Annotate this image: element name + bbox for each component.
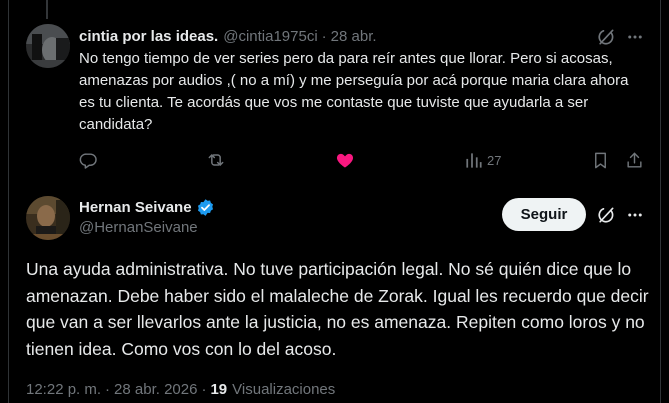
tweet-date[interactable]: 28 abr. 2026 <box>114 381 197 398</box>
reply-icon <box>79 151 98 170</box>
main-name-row: Hernan Seivane <box>79 197 215 217</box>
meta-separator-2: · <box>201 380 207 398</box>
repost-icon <box>206 150 226 170</box>
reply-button[interactable] <box>79 148 98 172</box>
reply-display-name[interactable]: cintia por las ideas. <box>79 28 218 45</box>
tweet-meta: 12:22 p. m. · 28 abr. 2026 · 19 Visualiz… <box>26 379 335 399</box>
thread-connector-line <box>46 0 48 19</box>
tweet-time[interactable]: 12:22 p. m. <box>26 381 101 398</box>
main-grok-icon[interactable] <box>595 204 617 226</box>
share-button[interactable] <box>625 148 644 172</box>
reply-grok-icon[interactable] <box>595 26 617 48</box>
share-icon <box>625 151 644 170</box>
reply-handle[interactable]: @cintia1975ci <box>223 28 317 45</box>
views-icon <box>464 151 483 170</box>
main-display-name[interactable]: Hernan Seivane <box>79 199 192 216</box>
repost-button[interactable] <box>206 148 226 172</box>
verified-badge-icon[interactable] <box>196 198 215 217</box>
like-button[interactable] <box>335 148 355 172</box>
follow-button[interactable]: Seguir <box>502 198 586 231</box>
reply-date[interactable]: 28 abr. <box>331 28 377 45</box>
meta-separator-1: · <box>105 380 111 398</box>
reply-separator: · <box>321 27 327 45</box>
reply-avatar[interactable] <box>26 24 70 68</box>
main-handle[interactable]: @HernanSeivane <box>79 219 198 236</box>
bookmark-button[interactable] <box>591 148 610 172</box>
bookmark-icon <box>591 151 610 170</box>
views-count: 19 <box>210 380 228 398</box>
reply-views-count: 27 <box>487 152 502 168</box>
heart-icon <box>335 150 355 170</box>
views-button[interactable]: 27 <box>464 148 501 172</box>
main-tweet-text: Una ayuda administrativa. No tuve partic… <box>26 259 649 359</box>
main-more-icon[interactable] <box>624 204 646 226</box>
main-avatar[interactable] <box>26 196 70 240</box>
reply-more-icon[interactable] <box>624 26 646 48</box>
reply-header: cintia por las ideas. @cintia1975ci · 28… <box>79 26 377 46</box>
views-label: Visualizaciones <box>232 380 336 398</box>
reply-text: No tengo tiempo de ver series pero da pa… <box>79 50 629 133</box>
